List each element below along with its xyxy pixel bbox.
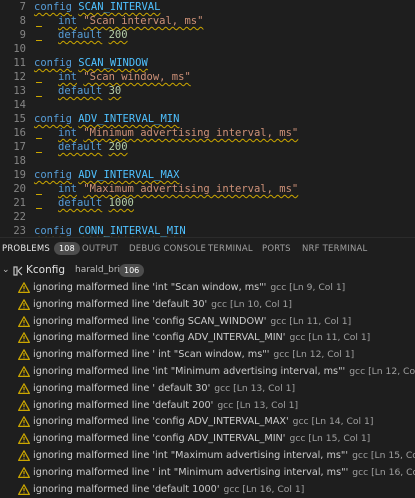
problem-message: ignoring malformed line 'default 30' gcc … (33, 296, 292, 313)
problem-row[interactable]: ignoring malformed line 'int "Maximum ad… (0, 447, 415, 464)
panel-tab-bar: PROBLEMS 108 OUTPUT DEBUG CONSOLE TERMINAL PO… (0, 237, 415, 261)
problem-row[interactable]: ignoring malformed line ' default 30' gcc… (0, 380, 415, 397)
problem-text: ignoring malformed line ' default 30' (33, 382, 211, 394)
problem-text: ignoring malformed line 'int "Maximum ad… (33, 450, 349, 461)
symbol-name: CONN_INTERVAL_MIN (78, 225, 186, 237)
warning-icon (18, 298, 30, 310)
problem-source-location: gcc [Ln 12, Col 1] (273, 349, 355, 361)
problem-text: ignoring malformed line 'config ADV_INTE… (33, 433, 286, 445)
problem-source-location: gcc [Ln 15, Col 1] (352, 450, 415, 461)
warning-icon (18, 366, 30, 377)
problem-row[interactable]: ignoring malformed line ' int "Scan wind… (0, 346, 415, 363)
problem-message: ignoring malformed line ' int "Minimum a… (33, 464, 415, 481)
tab-output[interactable]: OUTPUT (82, 238, 118, 261)
code-line[interactable]: 23 config CONN_INTERVAL_MIN (0, 222, 415, 237)
problem-text: ignoring malformed line 'default 1000' (33, 483, 220, 495)
warning-icon (18, 332, 30, 344)
problem-row[interactable]: ignoring malformed line 'default 200' gcc… (0, 397, 415, 414)
warning-icon (18, 282, 30, 293)
problem-source-location: gcc [Ln 16, Col 1] (352, 466, 415, 478)
problem-message: ignoring malformed line 'int "Scan windo… (33, 279, 345, 296)
problem-row[interactable]: ignoring malformed line 'config ADV_INTE… (0, 329, 415, 346)
tab-label: NRF TERMINAL (302, 244, 368, 254)
problem-text: ignoring malformed line 'int "Minimum ad… (33, 366, 346, 377)
tab-ports[interactable]: PORTS (262, 238, 291, 261)
tab-terminal[interactable]: TERMINAL (208, 238, 253, 261)
warning-icon (18, 399, 30, 411)
tab-label: TERMINAL (208, 244, 253, 254)
tab-label: PROBLEMS (2, 244, 50, 254)
problem-message: ignoring malformed line 'default 200' gcc… (33, 397, 298, 414)
problem-row[interactable]: ignoring malformed line 'default 30' gcc … (0, 296, 415, 313)
warning-icon (18, 315, 30, 327)
problem-text: ignoring malformed line 'config ADV_INTE… (33, 416, 289, 428)
problem-count-badge: 108 (54, 242, 80, 255)
problem-row[interactable]: ignoring malformed line 'config ADV_INTE… (0, 413, 415, 430)
problem-text: ignoring malformed line 'default 30' (33, 298, 208, 310)
problem-row[interactable]: ignoring malformed line 'int "Minimum ad… (0, 363, 415, 380)
kconfig-file-icon (13, 266, 23, 276)
problem-source-location: gcc [Ln 11, Col 1] (270, 315, 352, 327)
problem-message: ignoring malformed line 'config ADV_INTE… (33, 430, 370, 447)
problem-source-location: gcc [Ln 11, Col 1] (289, 332, 371, 344)
problem-file-group[interactable]: ⌄ Kconfig harald_bridge 106 (0, 262, 415, 279)
problem-text: ignoring malformed line 'int "Scan windo… (33, 282, 267, 293)
problem-source-location: gcc [Ln 15, Col 1] (289, 433, 371, 445)
problem-text: ignoring malformed line 'config SCAN_WIN… (33, 315, 267, 327)
tab-problems[interactable]: PROBLEMS 108 (2, 238, 80, 261)
problem-message: ignoring malformed line 'config ADV_INTE… (33, 329, 370, 346)
problem-text: ignoring malformed line 'config ADV_INTE… (33, 332, 286, 344)
problem-source-location: gcc [Ln 10, Col 1] (211, 298, 292, 310)
problem-text: ignoring malformed line 'default 200' (33, 399, 214, 411)
problem-row[interactable]: ignoring malformed line 'default 1000' gc… (0, 481, 415, 498)
problem-message: ignoring malformed line 'default 1000' gc… (33, 481, 304, 498)
warning-icon (18, 466, 30, 478)
tab-label: DEBUG CONSOLE (129, 244, 207, 254)
problem-source-location: gcc [Ln 16, Col 1] (223, 483, 305, 495)
problem-row[interactable]: ignoring malformed line 'config ADV_INTE… (0, 430, 415, 447)
problem-row[interactable]: ignoring malformed line 'int "Scan windo… (0, 279, 415, 296)
problem-message: ignoring malformed line 'int "Minimum ad… (33, 363, 415, 380)
problem-message: ignoring malformed line 'config ADV_INTE… (33, 413, 373, 430)
problem-source-location: gcc [Ln 9, Col 1] (270, 282, 346, 293)
problem-message: ignoring malformed line 'int "Maximum ad… (33, 447, 415, 464)
code-editor[interactable]: 7 config SCAN_INTERVAL 8 int "Scan interval… (0, 0, 415, 237)
file-name: Kconfig (26, 264, 66, 276)
keyword: config (34, 225, 72, 237)
tab-label: OUTPUT (82, 244, 118, 254)
problem-source-location: gcc [Ln 13, Col 1] (217, 399, 299, 411)
problems-panel: ⌄ Kconfig harald_bridge 106 ignoring mal… (0, 260, 415, 495)
warning-icon (18, 433, 30, 445)
tab-debug-console[interactable]: DEBUG CONSOLE (129, 238, 206, 261)
problem-message: ignoring malformed line ' int "Scan wind… (33, 346, 354, 363)
problem-row[interactable]: ignoring malformed line ' int "Minimum a… (0, 464, 415, 481)
problem-message: ignoring malformed line 'config SCAN_WIN… (33, 313, 351, 330)
problem-source-location: gcc [Ln 13, Col 1] (214, 382, 296, 394)
tab-label: PORTS (262, 244, 291, 254)
file-problem-count-badge: 106 (119, 264, 145, 277)
problem-source-location: gcc [Ln 12, Col 1] (349, 366, 415, 377)
warning-icon (18, 416, 30, 428)
code-text: config CONN_INTERVAL_MIN (34, 222, 186, 237)
warning-icon (18, 450, 30, 461)
tab-nrf-terminal[interactable]: NRF TERMINAL (302, 238, 367, 261)
warning-icon (18, 349, 30, 361)
problem-row[interactable]: ignoring malformed line 'config SCAN_WIN… (0, 313, 415, 330)
problem-source-location: gcc [Ln 14, Col 1] (292, 416, 374, 428)
line-number: 23 (13, 225, 26, 237)
problem-text: ignoring malformed line ' int "Minimum a… (33, 466, 349, 478)
problem-message: ignoring malformed line ' default 30' gcc… (33, 380, 295, 397)
warning-icon (18, 483, 30, 495)
warning-icon (18, 382, 30, 394)
problem-text: ignoring malformed line ' int "Scan wind… (33, 349, 270, 361)
chevron-down-icon[interactable]: ⌄ (2, 262, 10, 279)
